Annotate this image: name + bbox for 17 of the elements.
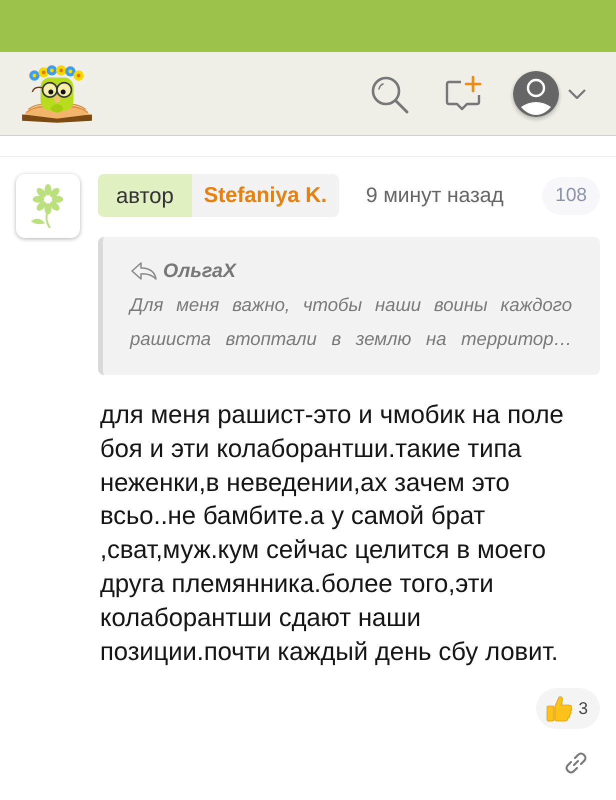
search-icon[interactable] xyxy=(369,74,409,114)
thumbs-up-icon xyxy=(544,694,573,723)
chevron-down-icon[interactable] xyxy=(568,88,586,98)
quote-author[interactable]: ОльгаХ xyxy=(163,260,236,282)
author-name-link[interactable]: Stefaniya K. xyxy=(192,174,339,217)
quote-text: Для меня важно, чтобы наши воины каждого рашиста втоптали в землю на территор… xyxy=(130,293,572,351)
flower-avatar-icon xyxy=(16,174,80,238)
add-comment-icon[interactable] xyxy=(445,74,483,112)
logo-icon[interactable] xyxy=(20,62,94,124)
comment-text: для меня рашист-это и чмобик на поле боя и эти колаборантши.такие типа неженки,в неведении,ах зачем это всьо..не бамбите.а у самой брат ,сват,муж.кум сейчас целится в моего друга племянника.более того,эти колаборантши сдают наши позиции.почти каждый день сбу ловит. xyxy=(100,400,565,668)
comment-number: 108 xyxy=(542,176,600,214)
like-button[interactable]: 3 xyxy=(536,688,600,730)
comment-time: 9 минут назад xyxy=(366,184,504,208)
author-role-label: автор xyxy=(98,174,192,217)
user-avatar-icon[interactable] xyxy=(513,70,559,116)
link-icon[interactable] xyxy=(564,751,588,776)
reply-arrow-icon xyxy=(130,261,158,281)
